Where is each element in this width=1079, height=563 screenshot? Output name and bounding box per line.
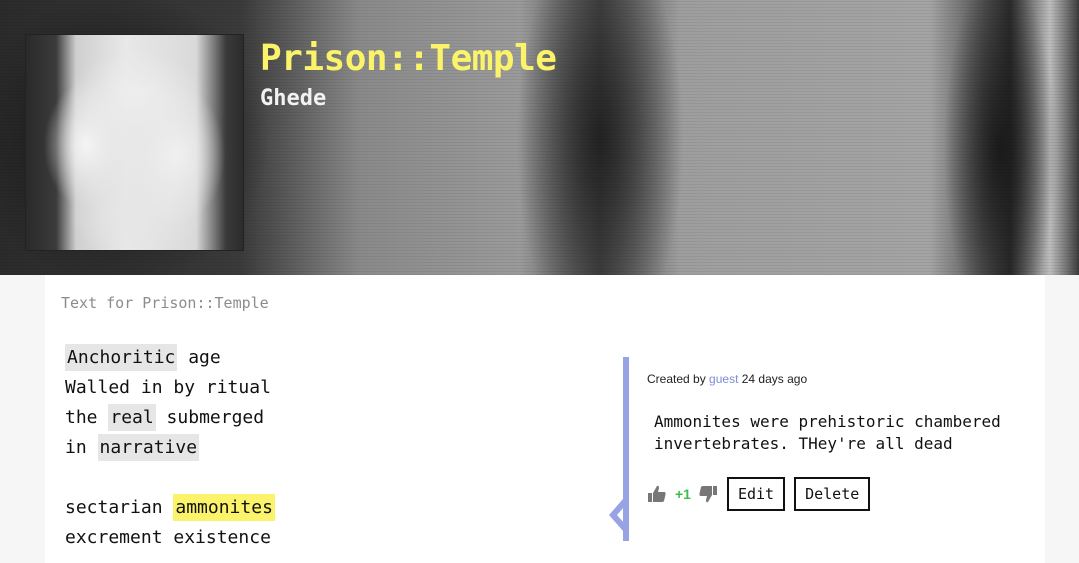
- album-banner: Prison::Temple Ghede: [0, 0, 1079, 275]
- lyric-text: submerged: [155, 407, 265, 428]
- artist-name[interactable]: Ghede: [260, 86, 326, 111]
- edit-button[interactable]: Edit: [726, 477, 786, 511]
- lyric-text: in: [65, 437, 98, 458]
- lyric-text: the: [65, 407, 109, 428]
- lyric-line: sectarian ammonites: [65, 493, 275, 523]
- annotation-meta: Created by guest 24 days ago: [647, 372, 807, 386]
- author-link[interactable]: guest: [709, 372, 738, 386]
- delete-button[interactable]: Delete: [794, 477, 871, 511]
- annotation-highlight-active[interactable]: ammonites: [173, 494, 275, 521]
- lyrics-panel: Text for Prison::Temple Anchoritic age W…: [45, 275, 1045, 563]
- created-time: 24 days ago: [738, 372, 808, 386]
- lyric-line: excrement existence: [65, 523, 275, 553]
- annotation-pointer-icon: [609, 497, 629, 533]
- lyric-line: the real submerged: [65, 403, 275, 433]
- thumbs-down-icon[interactable]: [698, 484, 718, 504]
- annotation-highlight[interactable]: real: [108, 404, 156, 431]
- lyric-line: Walled in by ritual: [65, 373, 275, 403]
- vote-row: +1 Edit Delete: [647, 477, 871, 511]
- panel-heading: Text for Prison::Temple: [61, 294, 269, 312]
- thumbs-up-icon[interactable]: [647, 484, 667, 504]
- annotation-highlight[interactable]: Anchoritic: [65, 344, 178, 371]
- lyric-line: in narrative: [65, 433, 275, 463]
- album-title: Prison::Temple: [260, 38, 557, 79]
- annotation-body: Ammonites were prehistoric chambered inv…: [654, 412, 1001, 453]
- stanza-break: [65, 463, 275, 493]
- lyrics-text: Anchoritic age Walled in by ritual the r…: [65, 343, 275, 553]
- annotation-highlight[interactable]: narrative: [97, 434, 200, 461]
- lyric-text: excrement existence: [65, 527, 271, 548]
- created-prefix: Created by: [647, 372, 710, 386]
- album-cover-image: [25, 34, 244, 251]
- lyric-text: age: [177, 347, 221, 368]
- lyric-line: Anchoritic age: [65, 343, 275, 373]
- lyric-text: sectarian: [65, 497, 174, 518]
- lyric-text: Walled in by ritual: [65, 377, 271, 398]
- annotation-panel: Created by guest 24 days ago Ammonites w…: [609, 357, 1033, 541]
- vote-score: +1: [675, 486, 691, 502]
